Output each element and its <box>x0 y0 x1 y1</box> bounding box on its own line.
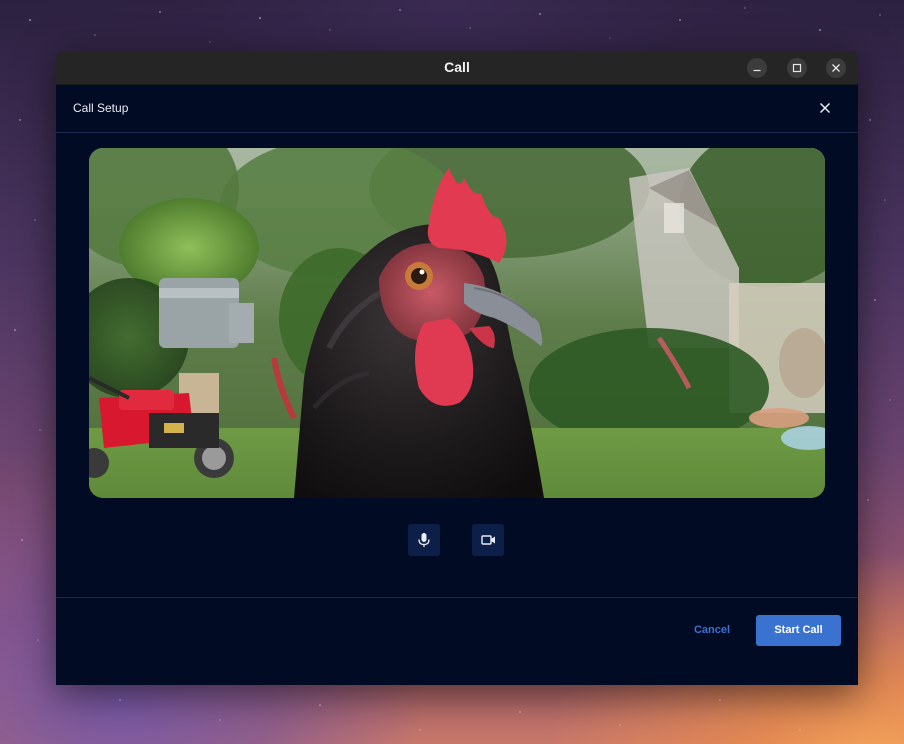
camera-preview-image <box>89 148 825 498</box>
mic-toggle-button[interactable] <box>408 524 440 556</box>
dialog-close-icon[interactable] <box>816 99 834 117</box>
window-titlebar[interactable]: Call <box>56 51 858 85</box>
dialog-footer: Cancel Start Call <box>56 597 858 685</box>
dialog-header: Call Setup <box>56 85 858 133</box>
camera-preview <box>89 148 825 498</box>
minimize-icon <box>753 69 761 72</box>
maximize-button[interactable] <box>787 58 807 78</box>
camera-toggle-button[interactable] <box>472 524 504 556</box>
call-window: Call Call Setup Cancel Start Call <box>56 51 858 685</box>
close-icon <box>832 64 840 72</box>
start-call-button[interactable]: Start Call <box>756 615 841 646</box>
minimize-button[interactable] <box>747 58 767 78</box>
cancel-button[interactable]: Cancel <box>681 615 743 645</box>
window-close-button[interactable] <box>826 58 846 78</box>
microphone-icon <box>418 533 430 547</box>
window-title: Call <box>444 59 470 75</box>
video-camera-icon <box>481 535 495 545</box>
maximize-icon <box>792 63 802 73</box>
dialog-title: Call Setup <box>73 101 129 115</box>
